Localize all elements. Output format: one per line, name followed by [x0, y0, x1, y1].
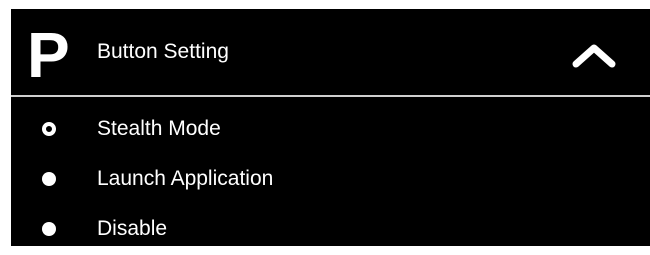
radio-unselected-icon[interactable]	[42, 172, 56, 186]
panel-title: Button Setting	[97, 40, 229, 63]
radio-selected-icon[interactable]	[42, 122, 56, 136]
panel-header: P Button Setting	[11, 9, 650, 95]
collapse-button[interactable]	[567, 37, 621, 71]
option-stealth-mode[interactable]: Stealth Mode	[11, 105, 650, 155]
option-launch-application[interactable]: Launch Application	[11, 155, 650, 205]
option-label: Launch Application	[97, 167, 274, 190]
header-divider	[11, 95, 650, 97]
option-label: Stealth Mode	[97, 117, 221, 140]
option-disable[interactable]: Disable	[11, 205, 650, 255]
mode-options: Stealth Mode Launch Application Disable	[11, 105, 650, 255]
button-setting-panel: P Button Setting Stealth Mode Launch App…	[11, 9, 650, 246]
chevron-up-icon	[572, 44, 616, 68]
option-label: Disable	[97, 217, 168, 240]
p-logo-icon: P	[27, 19, 70, 91]
radio-unselected-icon[interactable]	[42, 222, 56, 236]
